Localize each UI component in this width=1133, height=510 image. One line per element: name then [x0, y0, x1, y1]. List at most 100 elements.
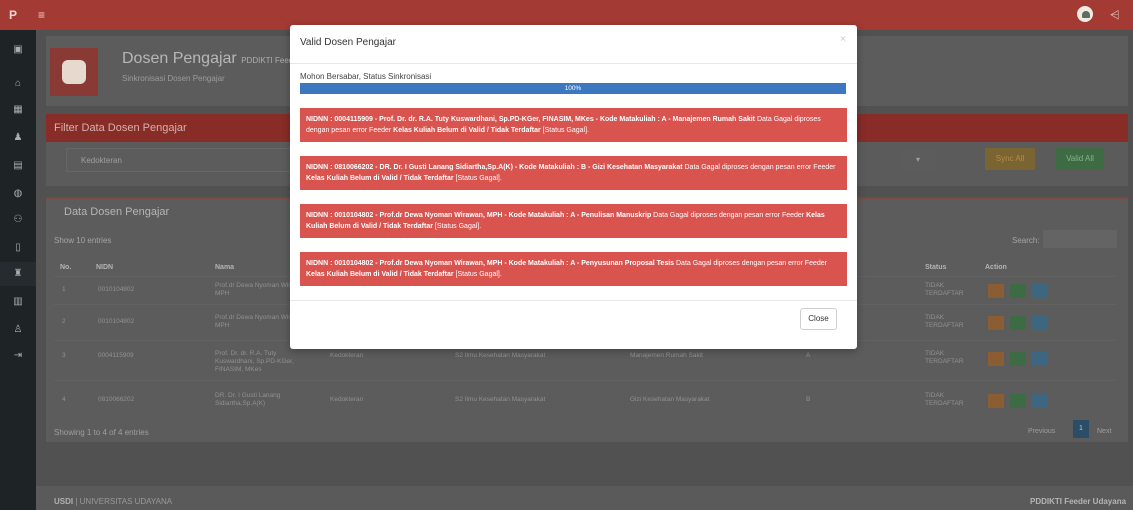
col-header-no[interactable]: No.: [60, 264, 71, 271]
sidebar-calendar-icon[interactable]: ▦: [12, 104, 24, 116]
cell-matakuliah: Gizi Kesehatan Masyarakat: [630, 396, 710, 403]
alert-status: [Status Gagal].: [453, 271, 502, 278]
sidebar-file-icon[interactable]: ▯: [12, 242, 24, 254]
alert-bold: NIDNN : 0004115909 - Prof. Dr. dr. R.A. …: [306, 116, 756, 123]
valid-button[interactable]: [1010, 284, 1026, 298]
page-title-text: Dosen Pengajar: [122, 50, 237, 67]
col-header-action: Action: [985, 264, 1007, 271]
valid-all-button[interactable]: Valid All: [1056, 148, 1104, 170]
cell-nidn: 0810066202: [98, 396, 135, 403]
show-label: Show: [54, 236, 75, 245]
valid-dosen-modal: Valid Dosen Pengajar × Mohon Bersabar, S…: [290, 25, 857, 349]
cell-matakuliah: Manajemen Rumah Sakit: [630, 352, 703, 359]
cell-nama-line2: Sidiartha,Sp.A(K): [215, 400, 266, 407]
error-alert: NIDNN : 0004115909 - Prof. Dr. dr. R.A. …: [300, 108, 847, 142]
valid-button[interactable]: [1010, 394, 1026, 408]
sidebar-users-icon[interactable]: ♟: [12, 132, 24, 144]
cell-status-line2: TERDAFTAR: [925, 290, 964, 297]
footer: [36, 486, 1133, 510]
sidebar-teacher-icon[interactable]: ♜: [12, 268, 24, 280]
cell-prodi: S2 Ilmu Kesehatan Masyarakat: [455, 352, 546, 359]
col-header-status[interactable]: Status: [925, 264, 946, 271]
sync-progress-bar: 100%: [300, 83, 846, 94]
cell-nidn: 0010104802: [98, 318, 135, 325]
user-avatar-figure: [1082, 11, 1090, 18]
close-button[interactable]: Close: [800, 308, 837, 330]
valid-button[interactable]: [1010, 316, 1026, 330]
cell-status-line2: TERDAFTAR: [925, 358, 964, 365]
edit-button[interactable]: [988, 316, 1004, 330]
page-subtitle: Sinkronisasi Dosen Pengajar: [122, 74, 225, 83]
cell-status-line2: TERDAFTAR: [925, 400, 964, 407]
alert-error-bold: Kelas Kuliah Belum di Valid / Tidak Terd…: [306, 271, 454, 278]
edit-button[interactable]: [988, 284, 1004, 298]
cell-fakultas: Kedokteran: [330, 352, 364, 359]
alert-bold: NIDNN : 0010104802 - Prof.dr Dewa Nyoman…: [306, 260, 675, 267]
alert-status: [Status Gagal].: [432, 223, 482, 230]
cell-nama: Prof. Dr. dr. R.A. Tuty: [215, 350, 277, 357]
cell-no: 2: [62, 318, 66, 325]
error-alert: NIDNN : 0810066202 - DR. Dr. I Gusti Lan…: [300, 156, 847, 190]
sidebar-chart-icon[interactable]: ▥: [12, 296, 24, 308]
cell-no: 1: [62, 286, 66, 293]
edit-button[interactable]: [988, 394, 1004, 408]
sidebar-group-icon[interactable]: ⚇: [12, 214, 24, 226]
cell-nidn: 0004115909: [98, 352, 134, 359]
share-icon[interactable]: ⩤: [1110, 8, 1120, 23]
footer-left: USDI | UNIVERSITAS UDAYANA: [54, 497, 172, 506]
cell-nama-line3: FINASIM, MKes: [215, 366, 262, 373]
alert-text: Data Gagal diproses dengan pesan error F…: [651, 212, 807, 219]
cell-nama: DR. Dr. I Gusti Lanang: [215, 392, 281, 399]
modal-header-divider: [290, 63, 857, 64]
cell-status: TIDAK: [925, 392, 945, 399]
entries-select[interactable]: 10: [76, 236, 85, 245]
info-button[interactable]: [1032, 352, 1048, 366]
brand-logo[interactable]: P: [0, 0, 26, 30]
sync-all-button[interactable]: Sync All: [985, 148, 1035, 170]
cell-nama-line2: Kuswardhani, Sp.PD-KGer,: [215, 358, 294, 365]
alert-status: [Status Gagal].: [540, 127, 589, 134]
info-button[interactable]: [1032, 316, 1048, 330]
info-button[interactable]: [1032, 394, 1048, 408]
data-title: Data Dosen Pengajar: [64, 206, 170, 218]
search-label: Search:: [1012, 236, 1040, 245]
fakultas-select[interactable]: Kedokteran: [66, 148, 302, 172]
show-entries: Show 10 entries: [54, 236, 111, 245]
alert-text: Data Gagal diproses dengan pesan error F…: [674, 260, 827, 267]
sidebar-user-icon[interactable]: ▣: [12, 44, 24, 56]
cell-fakultas: Kedokteran: [330, 396, 364, 403]
cell-status: TIDAK: [925, 282, 945, 289]
error-alert: NIDNN : 0010104802 - Prof.dr Dewa Nyoman…: [300, 204, 847, 238]
cell-prodi: S2 Ilmu Kesehatan Masyarakat: [455, 396, 546, 403]
sidebar-home-icon[interactable]: ⌂: [12, 78, 24, 90]
hamburger-icon[interactable]: ≡: [38, 8, 45, 22]
entries-label: entries: [87, 236, 112, 245]
search-input[interactable]: [1043, 230, 1117, 248]
col-header-nama[interactable]: Nama: [215, 264, 234, 271]
pagination-previous[interactable]: Previous: [1028, 428, 1055, 435]
pagination-next[interactable]: Next: [1097, 428, 1111, 435]
sidebar-person-icon[interactable]: ♙: [12, 324, 24, 336]
prodi-select-caret[interactable]: ▾: [900, 148, 936, 172]
alert-status: [Status Gagal].: [453, 175, 502, 182]
sidebar-logout-icon[interactable]: ⇥: [12, 350, 24, 362]
cell-kelas: B: [806, 396, 811, 403]
alert-error-bold: Kelas Kuliah Belum di Valid / Tidak Terd…: [306, 175, 454, 182]
sidebar-globe-icon[interactable]: ◍: [12, 188, 24, 200]
edit-button[interactable]: [988, 352, 1004, 366]
footer-left-text: | UNIVERSITAS UDAYANA: [73, 497, 173, 506]
alert-error-bold: Kelas Kuliah Belum di Valid / Tidak Terd…: [393, 127, 541, 134]
sidebar-book-icon[interactable]: ▤: [12, 160, 24, 172]
pagination-page-1[interactable]: 1: [1073, 420, 1089, 438]
modal-title: Valid Dosen Pengajar: [300, 37, 396, 48]
modal-close-icon[interactable]: ×: [840, 34, 846, 45]
valid-button[interactable]: [1010, 352, 1026, 366]
cell-nidn: 0010104802: [98, 286, 135, 293]
cell-status: TIDAK: [925, 314, 945, 321]
info-button[interactable]: [1032, 284, 1048, 298]
footer-left-bold: USDI: [54, 497, 74, 506]
progress-label: 100%: [564, 85, 582, 92]
alert-bold: NIDNN : 0810066202 - DR. Dr. I Gusti Lan…: [306, 164, 683, 171]
col-header-nidn[interactable]: NIDN: [96, 264, 113, 271]
alert-bold: NIDNN : 0010104802 - Prof.dr Dewa Nyoman…: [306, 212, 652, 219]
